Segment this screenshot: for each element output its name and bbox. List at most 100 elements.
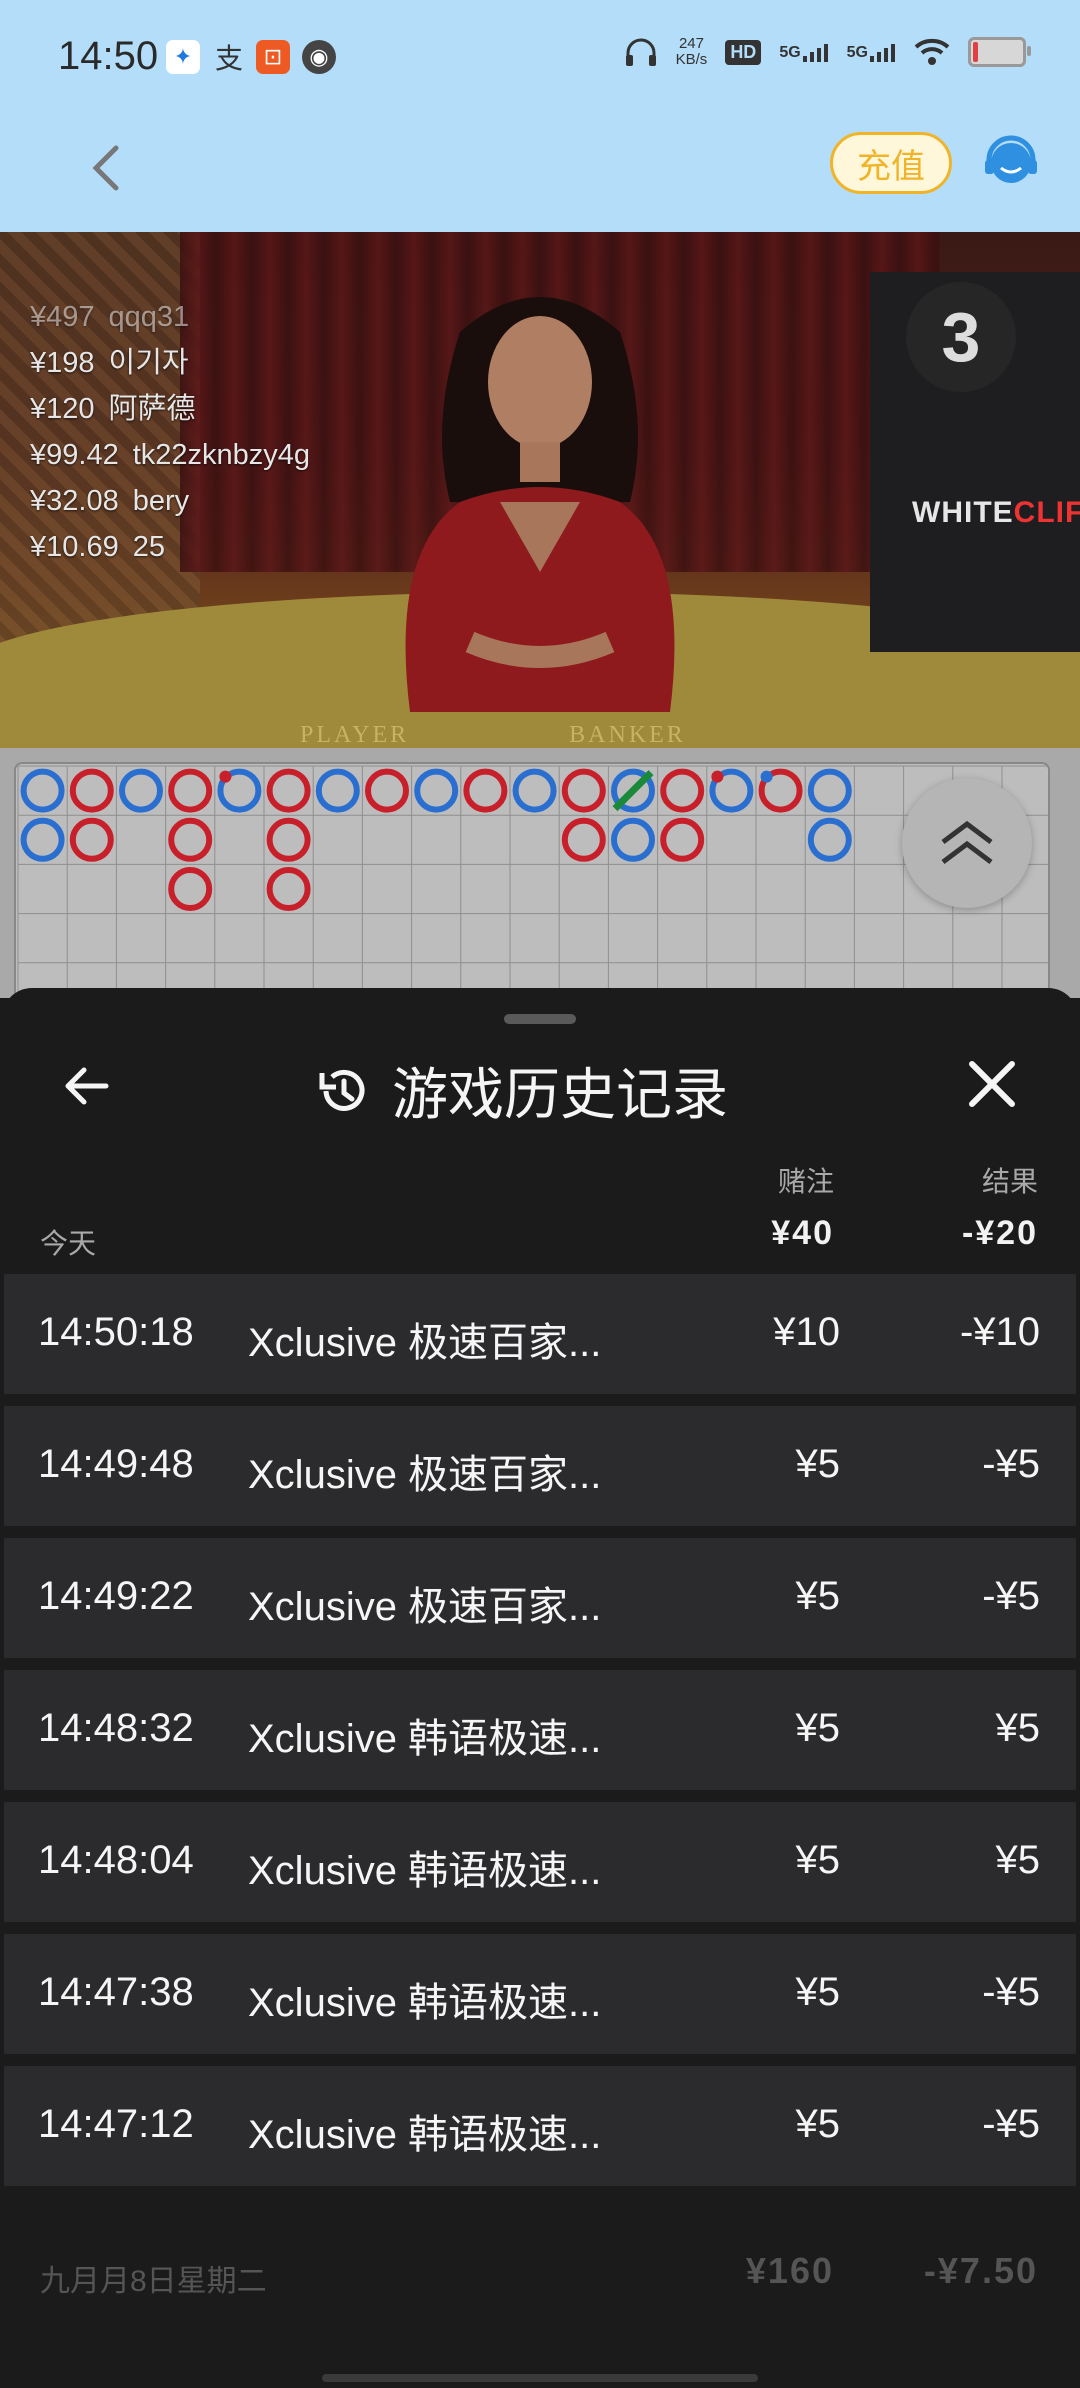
back-chevron-icon[interactable] <box>80 140 136 196</box>
headphones-icon <box>625 38 656 66</box>
live-bet-user: tk22zknbzy4g <box>132 439 311 471</box>
row-time: 14:47:38 <box>38 1970 194 2014</box>
live-bet-entry: ¥32.08 bery <box>30 478 310 524</box>
row-game: Xclusive 韩语极速... <box>248 2113 602 2157</box>
column-header-bet: 赌注 <box>777 1166 834 1197</box>
live-bets-list: ¥497 qqq31 ¥198 이기자 ¥120 阿萨德 ¥99.42 tk22zknbzy4… <box>30 294 310 570</box>
column-header-result: 结果 <box>981 1166 1038 1197</box>
dealer-figure <box>405 297 675 712</box>
live-bet-user: 阿萨德 <box>108 393 196 425</box>
row-result: -¥5 <box>982 1970 1040 2014</box>
banker-bead <box>561 768 606 813</box>
row-bet: ¥10 <box>773 1310 840 1354</box>
status-right-cluster: 247 KB/s HD 5G 5G <box>624 36 1031 68</box>
sheet-title-text: 游戏历史记录 <box>392 1063 728 1126</box>
signal-2-icon: 5G <box>847 42 896 62</box>
banker-bead <box>365 768 409 813</box>
history-row[interactable]: 14:47:12 Xclusive 韩语极速... ¥5 -¥5 <box>4 2066 1076 2186</box>
expand-up-button[interactable] <box>902 778 1032 908</box>
banker-bead <box>660 768 705 813</box>
row-result: ¥5 <box>995 1838 1041 1882</box>
banker-bead <box>266 867 311 911</box>
banker-bead <box>266 768 311 813</box>
player-bead <box>807 817 852 862</box>
live-bet-amount: ¥120 <box>30 393 95 425</box>
banker-bead <box>168 867 213 911</box>
clock-app-icon: ◉ <box>302 40 336 74</box>
live-bet-amount: ¥497 <box>30 301 95 333</box>
live-video[interactable]: 3 WHITECLIFF PLAYERBANKER ¥497 qqq31 ¥198 이… <box>0 232 1080 748</box>
close-icon[interactable] <box>966 1058 1018 1110</box>
history-row[interactable]: 14:48:04 Xclusive 韩语极速... ¥5 ¥5 <box>4 1802 1076 1922</box>
row-game: Xclusive 韩语极速... <box>248 1849 602 1893</box>
history-row[interactable]: 14:49:22 Xclusive 极速百家... ¥5 -¥5 <box>4 1538 1076 1658</box>
history-row[interactable]: 14:47:38 Xclusive 韩语极速... ¥5 -¥5 <box>4 1934 1076 2054</box>
recharge-button[interactable]: 充值 <box>830 132 952 194</box>
history-icon <box>319 1069 365 1111</box>
banker-bead <box>463 768 508 813</box>
sheet-title: 游戏历史记录 <box>314 1050 728 1131</box>
player-bead <box>512 768 557 813</box>
row-game: Xclusive 韩语极速... <box>248 1717 602 1761</box>
home-indicator[interactable] <box>322 2374 758 2382</box>
status-time: 14:50 <box>58 34 159 78</box>
pair-marker <box>219 770 232 783</box>
live-bet-entry: ¥10.69 25 <box>30 524 310 570</box>
banker-bead <box>69 817 114 862</box>
row-time: 14:48:04 <box>38 1838 194 1882</box>
pair-marker <box>760 770 773 783</box>
player-bead <box>315 768 360 813</box>
banker-bead <box>561 817 606 862</box>
live-bet-entry: ¥497 qqq31 <box>30 294 310 340</box>
banker-bead <box>69 768 114 813</box>
player-bead <box>20 768 65 813</box>
row-result: ¥5 <box>995 1706 1041 1750</box>
wifi-icon <box>914 38 950 65</box>
countdown-timer: 3 <box>906 282 1016 392</box>
row-time: 14:48:32 <box>38 1706 194 1750</box>
row-time: 14:49:22 <box>38 1574 194 1618</box>
signal-1-icon: 5G <box>779 42 828 62</box>
status-bar: 14:50 ✦ 支 ⊡ ◉ 247 KB/s HD 5G 5G <box>0 0 1080 120</box>
row-bet: ¥5 <box>795 1442 841 1486</box>
live-bet-user: bery <box>132 485 190 517</box>
banker-bead <box>266 817 311 862</box>
row-result: -¥10 <box>959 1310 1040 1354</box>
pair-marker <box>711 770 724 783</box>
history-row[interactable]: 14:49:48 Xclusive 极速百家... ¥5 -¥5 <box>4 1406 1076 1526</box>
history-row[interactable]: 14:48:32 Xclusive 韩语极速... ¥5 ¥5 <box>4 1670 1076 1790</box>
banker-bead <box>168 768 213 813</box>
double-chevron-up-icon <box>941 820 993 864</box>
row-time: 14:47:12 <box>38 2102 194 2146</box>
player-bead <box>119 768 163 813</box>
player-bead <box>611 817 655 862</box>
history-row[interactable]: 14:50:18 Xclusive 极速百家... ¥10 -¥10 <box>4 1274 1076 1394</box>
group-label-today: 今天 <box>40 1228 97 1259</box>
player-bead <box>414 768 459 813</box>
live-bet-entry: ¥99.42 tk22zknbzy4g <box>30 432 310 478</box>
row-time: 14:50:18 <box>38 1310 194 1354</box>
customer-support-icon[interactable] <box>980 132 1042 194</box>
banker-bead <box>168 817 213 862</box>
live-bet-amount: ¥10.69 <box>30 531 119 563</box>
today-total-result: -¥20 <box>961 1214 1038 1252</box>
row-game: Xclusive 极速百家... <box>248 1585 602 1629</box>
provider-logo: WHITECLIFF <box>912 496 1080 529</box>
sheet-drag-handle[interactable] <box>504 1014 576 1024</box>
live-bet-entry: ¥120 阿萨德 <box>30 386 310 432</box>
taobao-icon: ⊡ <box>256 40 290 74</box>
player-bead <box>20 817 65 862</box>
row-bet: ¥5 <box>795 1970 841 2014</box>
row-game: Xclusive 极速百家... <box>248 1321 602 1365</box>
row-time: 14:49:48 <box>38 1442 194 1486</box>
live-bet-entry: ¥198 이기자 <box>30 340 310 386</box>
row-bet: ¥5 <box>795 1574 841 1618</box>
live-bet-user: 이기자 <box>108 347 189 379</box>
table-labels: PLAYER BANKER <box>300 722 686 748</box>
battery-icon <box>968 37 1031 67</box>
sheet-back-arrow-icon[interactable] <box>58 1058 114 1114</box>
live-bet-amount: ¥99.42 <box>30 439 119 471</box>
row-game: Xclusive 韩语极速... <box>248 1981 602 2025</box>
bead-road <box>14 762 1050 1016</box>
prev-total-result: -¥7.50 <box>923 2250 1038 2291</box>
